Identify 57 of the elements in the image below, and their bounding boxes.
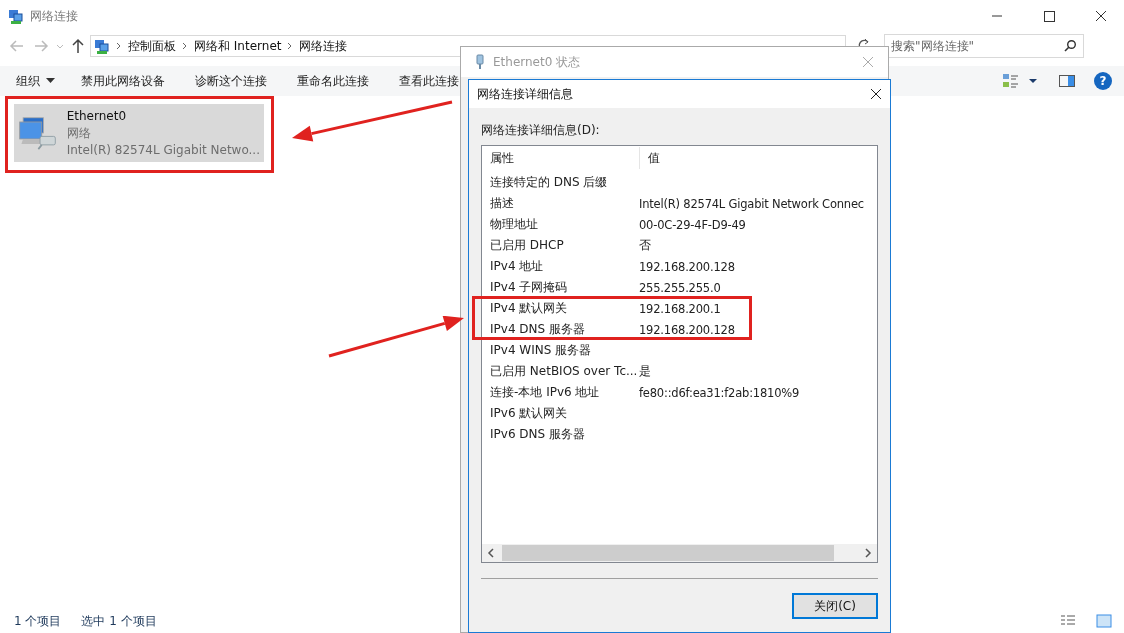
large-icons-view-icon[interactable]	[1096, 614, 1112, 628]
ethernet-adapter-icon	[475, 54, 485, 70]
property-cell-text: IPv4 子网掩码	[489, 279, 569, 296]
toolbar-button[interactable]: 查看此连接	[393, 68, 465, 94]
toolbar-button[interactable]: 诊断这个连接	[189, 68, 273, 94]
column-header[interactable]: 属性	[482, 147, 640, 169]
details-view-icon[interactable]	[1060, 614, 1076, 628]
value-cell: Intel(R) 82574L Gigabit Network Connec	[639, 196, 864, 211]
menu-button[interactable]: 组织	[10, 68, 61, 94]
view-options-icon[interactable]	[1002, 73, 1020, 89]
preview-pane-icon[interactable]	[1058, 73, 1076, 89]
network-folder-icon	[94, 38, 110, 54]
value-cell: 00-0C-29-4F-D9-49	[639, 217, 746, 232]
scrollbar-thumb[interactable]	[502, 545, 834, 561]
property-cell-text: 连接-本地 IPv6 地址	[489, 384, 601, 401]
dialog-title: 网络连接详细信息	[477, 85, 573, 103]
device-name: Intel(R) 82574L Gigabit Netwo...	[66, 141, 260, 159]
property-cell-text: IPv4 地址	[489, 258, 545, 275]
horizontal-scrollbar[interactable]	[482, 544, 877, 562]
connection-name: Ethernet0	[66, 107, 128, 125]
property-cell-text: IPv4 默认网关	[489, 300, 569, 317]
toolbar-button[interactable]: 禁用此网络设备	[75, 68, 171, 94]
value-cell: fe80::d6f:ea31:f2ab:1810%9	[639, 385, 800, 400]
property-cell-text: 连接特定的 DNS 后缀	[489, 174, 609, 191]
close-button[interactable]: 关闭(C)	[792, 593, 878, 619]
help-button[interactable]: ?	[1094, 72, 1112, 90]
value-cell: 192.168.200.1	[639, 301, 721, 316]
close-button[interactable]	[868, 86, 884, 102]
connection-item[interactable]: Ethernet0 网络 Intel(R) 82574L Gigabit Netwo...	[14, 104, 264, 162]
network-folder-icon	[8, 8, 24, 24]
column-header[interactable]: 值	[640, 147, 660, 169]
breadcrumb[interactable]: 控制面板	[128, 37, 176, 55]
value-cell: 是	[639, 364, 651, 379]
value-cell: 192.168.200.128	[639, 259, 735, 274]
property-cell-text: IPv4 WINS 服务器	[489, 342, 593, 359]
network-label: 网络	[66, 124, 92, 142]
property-cell-text: 描述	[489, 195, 515, 212]
breadcrumb[interactable]: 网络连接	[299, 37, 348, 55]
status-text: 1 个项目	[14, 612, 62, 630]
toolbar-button[interactable]: 重命名此连接	[291, 68, 375, 94]
property-cell-text: 已启用 NetBIOS over Tc...	[489, 363, 639, 380]
value-cell: 否	[639, 238, 651, 253]
property-cell-text: IPv6 默认网关	[489, 405, 569, 422]
search-icon[interactable]	[1063, 39, 1077, 53]
list-label: 网络连接详细信息(D):	[481, 122, 601, 139]
breadcrumb[interactable]: 网络和 Internet	[194, 37, 282, 55]
property-cell-text: 已启用 DHCP	[489, 237, 565, 254]
property-cell-text: 物理地址	[489, 216, 539, 233]
search-field[interactable]: 搜索"网络连接"	[884, 34, 1084, 58]
window-title: 网络连接	[30, 7, 78, 25]
caret-icon	[46, 78, 55, 84]
value-cell: 255.255.255.0	[639, 280, 721, 295]
status-text: 选中 1 个项目	[81, 612, 157, 630]
dialog-title: Ethernet0 状态	[493, 53, 581, 71]
property-cell-text: IPv6 DNS 服务器	[489, 426, 586, 443]
property-cell-text: IPv4 DNS 服务器	[489, 321, 586, 338]
value-cell: 192.168.200.128	[639, 322, 735, 337]
